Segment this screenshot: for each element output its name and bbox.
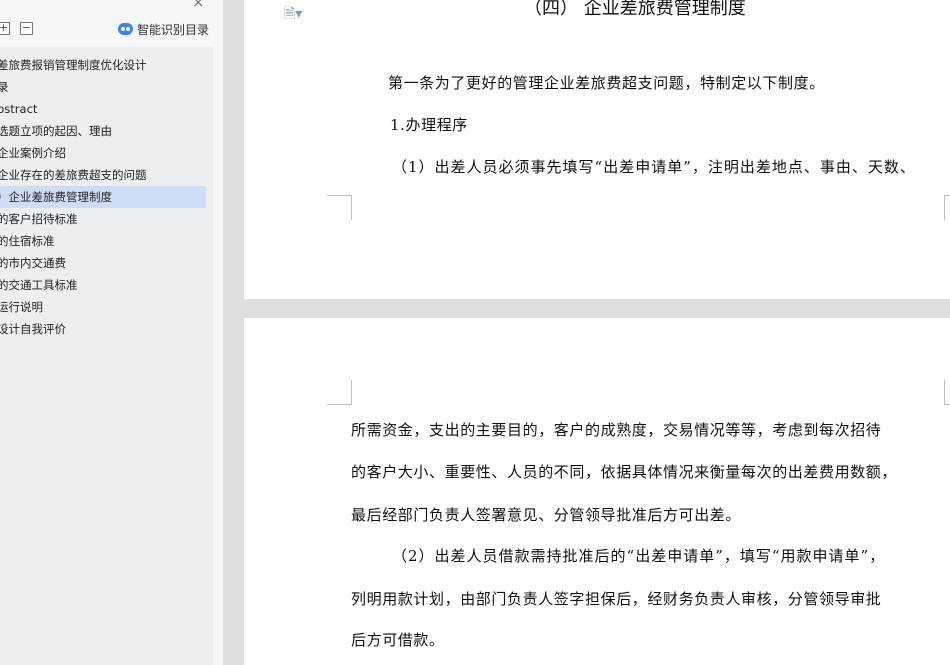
toc-panel: 差旅费报销管理制度优化设计 录 bstract 选题立项的起因、理由 企业案例介… <box>0 47 213 665</box>
crop-mark <box>944 195 950 220</box>
smart-toc-button[interactable]: 智能识别目录 <box>118 20 209 38</box>
toc-item[interactable]: 录 <box>0 76 213 98</box>
collapse-all-icon[interactable]: − <box>20 22 33 35</box>
paragraph: 第一条为了更好的管理企业差旅费超支问题，特制定以下制度。 <box>388 74 825 92</box>
toc-item[interactable]: 差旅费报销管理制度优化设计 <box>0 54 213 76</box>
toc-item[interactable]: 的交通工具标准 <box>0 274 213 296</box>
close-icon[interactable]: × <box>192 0 205 11</box>
section-heading: （四） 企业差旅费管理制度 <box>524 0 746 19</box>
toc-item[interactable]: ）企业差旅费管理制度 <box>0 186 206 208</box>
paragraph: 1.办理程序 <box>390 116 468 134</box>
toc-item[interactable]: 的客户招待标准 <box>0 208 213 230</box>
crop-mark <box>327 195 352 220</box>
toc-item[interactable]: 设计自我评价 <box>0 318 213 340</box>
toc-item[interactable]: 的市内交通费 <box>0 252 213 274</box>
smart-toc-label: 智能识别目录 <box>137 22 210 37</box>
paragraph: （1）出差人员必须事先填写“出差申请单”，注明出差地点、事由、天数、 <box>392 158 916 176</box>
document-page <box>244 0 950 299</box>
paragraph: 列明用款计划，由部门负责人签字担保后，经财务负责人审核，分管领导审批 <box>351 590 882 608</box>
toc-item[interactable]: 的住宿标准 <box>0 230 213 252</box>
toc-item[interactable]: 运行说明 <box>0 296 213 318</box>
ai-icon <box>118 23 133 35</box>
paragraph: （2）出差人员借款需持批准后的“出差申请单”，填写“用款申请单”， <box>392 547 886 565</box>
paragraph: 的客户大小、重要性、人员的不同，依据具体情况来衡量每次的出差费用数额， <box>351 463 898 481</box>
toc-list: 差旅费报销管理制度优化设计 录 bstract 选题立项的起因、理由 企业案例介… <box>0 54 213 340</box>
toc-item[interactable]: 企业案例介绍 <box>0 142 213 164</box>
crop-mark <box>327 380 352 405</box>
paragraph: 后方可借款。 <box>351 631 445 649</box>
toc-item[interactable]: bstract <box>0 98 213 120</box>
paragraph: 最后经部门负责人签署意见、分管领导批准后方可出差。 <box>351 506 742 524</box>
toc-item[interactable]: 企业存在的差旅费超支的问题 <box>0 164 213 186</box>
document-icon[interactable]: 🗎▾ <box>284 3 302 27</box>
toc-sidebar: × + − 智能识别目录 差旅费报销管理制度优化设计 录 bstract 选题立… <box>0 0 224 665</box>
paragraph: 所需资金，支出的主要目的，客户的成熟度，交易情况等等，考虑到每次招待 <box>351 421 882 439</box>
crop-mark <box>944 380 950 405</box>
document-page <box>244 318 950 665</box>
expand-all-icon[interactable]: + <box>0 22 10 35</box>
toc-item[interactable]: 选题立项的起因、理由 <box>0 120 213 142</box>
